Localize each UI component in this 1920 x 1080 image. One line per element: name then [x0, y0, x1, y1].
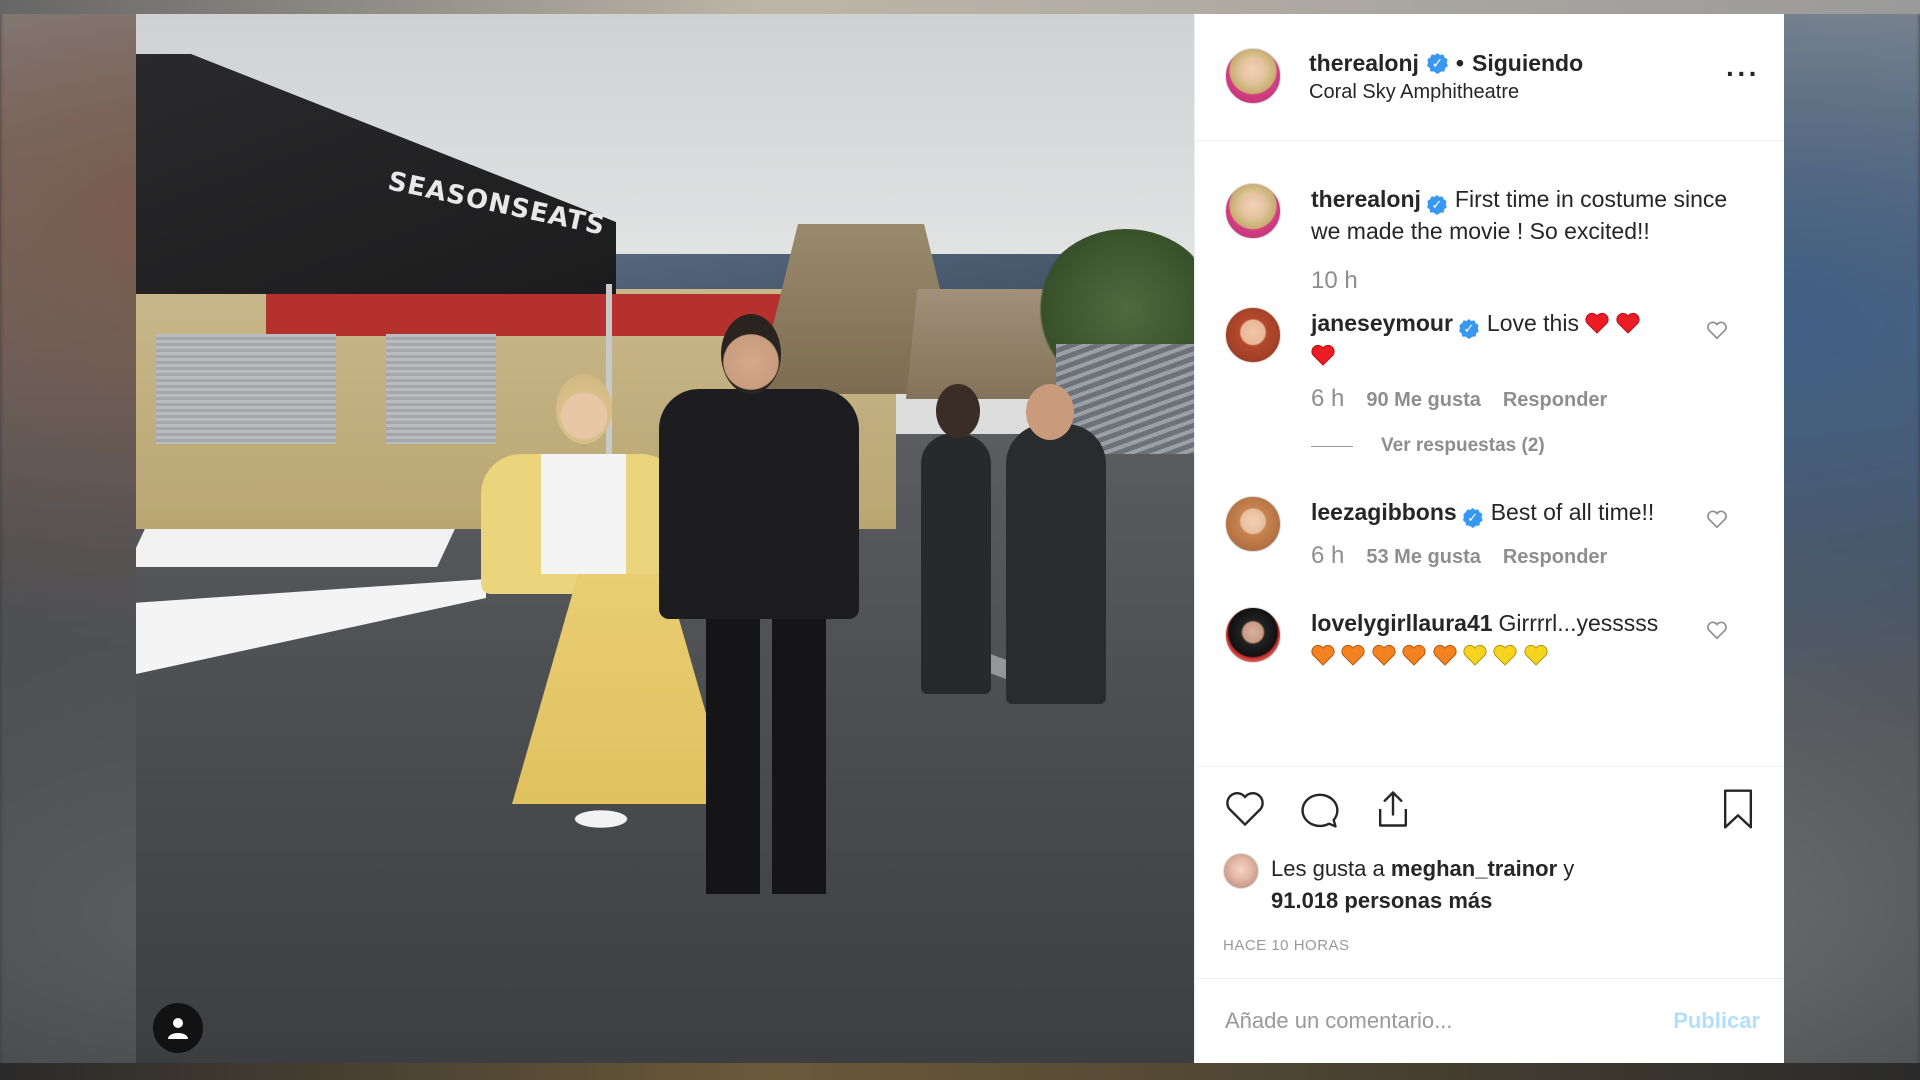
reply-button[interactable]: Responder — [1503, 541, 1607, 573]
orange-heart-emoji-icon — [1402, 644, 1426, 666]
reply-button[interactable]: Responder — [1503, 384, 1607, 416]
comment-likes[interactable]: 53 Me gusta — [1366, 541, 1480, 573]
photo-man-head — [721, 314, 781, 394]
replies-divider — [1311, 445, 1353, 447]
add-comment-bar: Publicar — [1195, 978, 1784, 1063]
comment-bubble-icon[interactable] — [1297, 787, 1341, 831]
follow-button[interactable]: Siguiendo — [1472, 50, 1583, 77]
view-replies[interactable]: Ver respuestas (2) — [1311, 430, 1754, 462]
photo-woman-shoes — [556, 804, 646, 834]
caption-time[interactable]: 10 h — [1311, 265, 1754, 297]
author-username[interactable]: therealonj — [1309, 50, 1419, 77]
photo-person-bg — [1006, 424, 1106, 704]
verified-badge-icon: ✓ — [1426, 53, 1448, 74]
yellow-heart-emoji-icon — [1524, 644, 1548, 666]
photo-person-bg-head — [1026, 384, 1074, 440]
photo-woman-shirt — [541, 454, 626, 574]
orange-heart-emoji-icon — [1341, 644, 1365, 666]
like-comment-heart-icon[interactable] — [1706, 319, 1728, 341]
instagram-post: SEASONSEATS therealonj ✓ • Siguiendo Cor… — [136, 14, 1784, 1063]
post-header: therealonj ✓ • Siguiendo Coral Sky Amphi… — [1195, 14, 1784, 141]
view-replies-label: Ver respuestas (2) — [1381, 435, 1545, 456]
share-icon[interactable] — [1371, 787, 1415, 831]
comment-likes[interactable]: 90 Me gusta — [1366, 384, 1480, 416]
bookmark-icon[interactable] — [1716, 787, 1760, 831]
comment-username[interactable]: leezagibbons — [1311, 499, 1457, 525]
yellow-heart-emoji-icon — [1463, 644, 1487, 666]
caption-avatar[interactable] — [1225, 183, 1281, 239]
more-options-button[interactable]: ··· — [1726, 60, 1760, 88]
post-timestamp[interactable]: HACE 10 HORAS — [1223, 937, 1760, 954]
separator-dot: • — [1455, 50, 1464, 76]
comment-username[interactable]: lovelygirllaura41 — [1311, 610, 1493, 636]
comment-meta: 6 h 90 Me gusta Responder — [1311, 383, 1754, 416]
verified-badge-icon: ✓ — [1462, 508, 1483, 528]
comment-time[interactable]: 6 h — [1311, 540, 1344, 572]
photo-woman-head — [556, 374, 612, 444]
photo-person-bg — [921, 434, 991, 694]
comment-text: Girrrrl...yesssss — [1498, 610, 1659, 636]
verified-badge-icon: ✓ — [1458, 319, 1479, 339]
likes-prefix: Les gusta a — [1271, 856, 1385, 881]
action-icons — [1223, 785, 1760, 833]
liker-avatar[interactable] — [1223, 853, 1259, 889]
comment-time[interactable]: 6 h — [1311, 383, 1344, 415]
comment-item: lovelygirllaura41 Girrrrl...yesssss — [1225, 607, 1754, 671]
user-icon — [168, 1018, 188, 1039]
post-photo[interactable]: SEASONSEATS — [136, 14, 1194, 1063]
photo-person-bg-head — [936, 384, 980, 438]
comment-body: lovelygirllaura41 Girrrrl...yesssss — [1311, 607, 1754, 671]
photo-shutter — [386, 334, 496, 444]
commenter-avatar[interactable] — [1225, 307, 1281, 363]
author-info: therealonj ✓ • Siguiendo Coral Sky Amphi… — [1309, 48, 1583, 104]
orange-heart-emoji-icon — [1432, 644, 1457, 666]
caption: therealonj ✓ First time in costume since w… — [1225, 183, 1754, 297]
post-sidebar: therealonj ✓ • Siguiendo Coral Sky Amphi… — [1194, 14, 1784, 1063]
author-avatar[interactable] — [1225, 48, 1281, 104]
likes-text: Les gusta a meghan_trainor y 91.018 pers… — [1271, 853, 1574, 917]
red-heart-emoji-icon — [1311, 344, 1335, 366]
commenter-avatar[interactable] — [1225, 496, 1281, 552]
comment-body: leezagibbons ✓ Best of all time!! 6 h 53 M… — [1311, 496, 1754, 573]
caption-username[interactable]: therealonj — [1311, 186, 1421, 212]
post-actions: Les gusta a meghan_trainor y 91.018 pers… — [1195, 766, 1784, 954]
comment-text: Love this — [1486, 310, 1579, 336]
orange-heart-emoji-icon — [1372, 644, 1396, 666]
like-comment-heart-icon[interactable] — [1706, 508, 1728, 530]
comment-meta: 6 h 53 Me gusta Responder — [1311, 540, 1754, 573]
likes-summary: Les gusta a meghan_trainor y 91.018 pers… — [1223, 853, 1760, 917]
comment-item: janeseymour ✓ Love this 6 h 90 Me gusta Re… — [1225, 307, 1754, 462]
post-location[interactable]: Coral Sky Amphitheatre — [1309, 81, 1583, 104]
tagged-users-button[interactable] — [153, 1003, 203, 1053]
likes-count[interactable]: 91.018 personas más — [1271, 888, 1492, 913]
photo-man-legs — [706, 594, 826, 894]
yellow-heart-emoji-icon — [1493, 644, 1517, 666]
likes-conjunction: y — [1563, 856, 1575, 881]
comments-list: therealonj ✓ First time in costume since w… — [1195, 141, 1784, 766]
background-strip-top — [0, 0, 1920, 14]
comment-username[interactable]: janeseymour — [1311, 310, 1453, 336]
publish-button[interactable]: Publicar — [1673, 1008, 1760, 1034]
orange-heart-emoji-icon — [1311, 644, 1335, 666]
background-strip-bottom — [0, 1063, 1920, 1080]
red-heart-emoji-icon — [1585, 312, 1609, 334]
liker-username[interactable]: meghan_trainor — [1391, 856, 1557, 881]
photo-table — [136, 529, 455, 567]
red-heart-emoji-icon — [1616, 312, 1640, 334]
comment-item: leezagibbons ✓ Best of all time!! 6 h 53 M… — [1225, 496, 1754, 573]
comment-text: Best of all time!! — [1490, 499, 1655, 525]
verified-badge-icon: ✓ — [1426, 195, 1447, 215]
comment-input[interactable] — [1225, 1008, 1674, 1034]
caption-body: therealonj ✓ First time in costume since w… — [1311, 183, 1754, 297]
like-heart-icon[interactable] — [1223, 787, 1267, 831]
photo-shutter — [156, 334, 336, 444]
more-horizontal-icon: ··· — [1726, 58, 1760, 89]
photo-man-jacket — [659, 389, 859, 619]
comment-body: janeseymour ✓ Love this 6 h 90 Me gusta Re… — [1311, 307, 1754, 462]
like-comment-heart-icon[interactable] — [1706, 619, 1728, 641]
author-line: therealonj ✓ • Siguiendo — [1309, 50, 1583, 77]
commenter-avatar[interactable] — [1225, 607, 1281, 663]
